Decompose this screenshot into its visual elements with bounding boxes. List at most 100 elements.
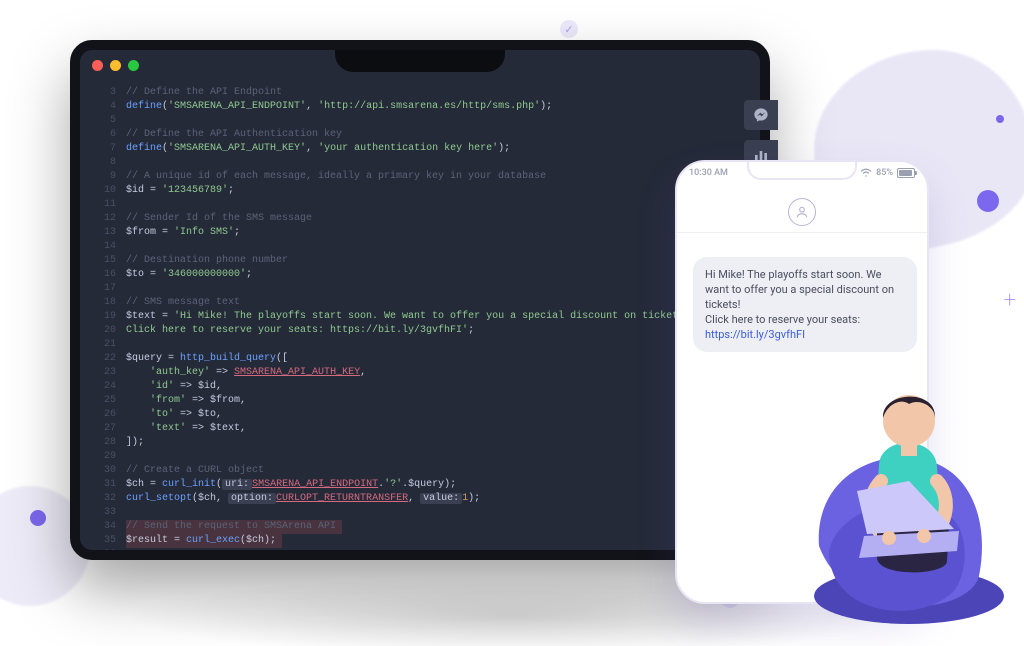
line-number: 25 <box>90 394 126 408</box>
code-line: 6// Define the API Authentication key <box>90 128 750 142</box>
code-line: 12// Sender Id of the SMS message <box>90 212 750 226</box>
code-content[interactable]: 'auth_key' => SMSARENA_API_AUTH_KEY, <box>126 366 366 380</box>
code-line: 25 'from' => $from, <box>90 394 750 408</box>
decor-dot-3 <box>30 510 46 526</box>
code-content[interactable]: curl_setopt($ch, option:CURLOPT_RETURNTR… <box>126 492 480 506</box>
line-number: 27 <box>90 422 126 436</box>
code-line: 17 <box>90 282 750 296</box>
code-line: 15// Destination phone number <box>90 254 750 268</box>
code-line: 10$id = '123456789'; <box>90 184 750 198</box>
messenger-icon[interactable] <box>744 100 778 130</box>
device-notch <box>335 44 505 72</box>
line-number: 3 <box>90 86 126 100</box>
code-content[interactable]: 'from' => $from, <box>126 394 246 408</box>
decor-dot-1 <box>977 190 999 212</box>
code-line: 32curl_setopt($ch, option:CURLOPT_RETURN… <box>90 492 750 506</box>
line-number: 8 <box>90 156 126 170</box>
code-line: 19$text = 'Hi Mike! The playoffs start s… <box>90 310 750 324</box>
code-line: 35$result = curl_exec($ch); <box>90 534 750 548</box>
code-content[interactable]: $result = curl_exec($ch); <box>126 534 282 548</box>
code-content[interactable]: ]); <box>126 436 144 450</box>
line-number: 18 <box>90 296 126 310</box>
code-content[interactable]: // Define the API Authentication key <box>126 128 342 142</box>
code-content[interactable]: // Create a CURL object <box>126 464 264 478</box>
code-content[interactable]: Click here to reserve your seats: https:… <box>126 324 474 338</box>
line-number: 33 <box>90 506 126 520</box>
line-number: 5 <box>90 114 126 128</box>
code-content[interactable]: 'to' => $to, <box>126 408 222 422</box>
code-content[interactable]: // Send the request to SMSArena API <box>126 520 342 534</box>
code-content[interactable]: $ch = curl_init(uri:SMSARENA_API_ENDPOIN… <box>126 478 456 492</box>
line-number: 14 <box>90 240 126 254</box>
person-illustration <box>759 326 1009 626</box>
line-number: 6 <box>90 128 126 142</box>
code-content[interactable]: // A unique id of each message, ideally … <box>126 170 546 184</box>
code-line: 7define('SMSARENA_API_AUTH_KEY', 'your a… <box>90 142 750 156</box>
code-content[interactable]: $to = '346000000000'; <box>126 268 252 282</box>
line-number: 21 <box>90 338 126 352</box>
code-content[interactable]: // SMS message text <box>126 296 240 310</box>
line-number: 28 <box>90 436 126 450</box>
line-number: 29 <box>90 450 126 464</box>
line-number: 15 <box>90 254 126 268</box>
code-content[interactable]: define('SMSARENA_API_AUTH_KEY', 'your au… <box>126 142 510 156</box>
line-number: 17 <box>90 282 126 296</box>
traffic-light-zoom[interactable] <box>128 60 139 71</box>
wifi-icon <box>860 168 872 178</box>
code-content[interactable]: $text = 'Hi Mike! The playoffs start soo… <box>126 310 690 324</box>
code-line: 8 <box>90 156 750 170</box>
code-line: 30// Create a CURL object <box>90 464 750 478</box>
line-number: 36 <box>90 548 126 550</box>
code-line: 21 <box>90 338 750 352</box>
code-line: 14 <box>90 240 750 254</box>
window-traffic-lights <box>92 60 139 71</box>
stage: + + ✓ ✓ 3// Define the API Endpoint4defi… <box>0 0 1024 646</box>
code-content[interactable]: // Define the API Endpoint <box>126 86 282 100</box>
decor-plus-2: + <box>1004 290 1016 312</box>
code-content[interactable]: $query = http_build_query([ <box>126 352 288 366</box>
traffic-light-close[interactable] <box>92 60 103 71</box>
code-line: 16$to = '346000000000'; <box>90 268 750 282</box>
code-content[interactable]: // Destination phone number <box>126 254 288 268</box>
traffic-light-minimize[interactable] <box>110 60 121 71</box>
code-line: 13$from = 'Info SMS'; <box>90 226 750 240</box>
code-line: 28]); <box>90 436 750 450</box>
code-line: 31$ch = curl_init(uri:SMSARENA_API_ENDPO… <box>90 478 750 492</box>
battery-percent: 85% <box>876 168 893 178</box>
line-number: 23 <box>90 366 126 380</box>
line-number: 32 <box>90 492 126 506</box>
line-number: 26 <box>90 408 126 422</box>
line-number: 13 <box>90 226 126 240</box>
phone-chat-header <box>677 192 927 233</box>
code-content[interactable]: define('SMSARENA_API_ENDPOINT', 'http://… <box>126 100 552 114</box>
line-number: 10 <box>90 184 126 198</box>
line-number: 16 <box>90 268 126 282</box>
code-line: 23 'auth_key' => SMSARENA_API_AUTH_KEY, <box>90 366 750 380</box>
line-number: 9 <box>90 170 126 184</box>
phone-notch <box>747 162 857 180</box>
code-line: 5 <box>90 114 750 128</box>
line-number: 20 <box>90 324 126 338</box>
line-number: 4 <box>90 100 126 114</box>
line-number: 31 <box>90 478 126 492</box>
line-number: 24 <box>90 380 126 394</box>
line-number: 35 <box>90 534 126 548</box>
line-number: 12 <box>90 212 126 226</box>
code-line: 4define('SMSARENA_API_ENDPOINT', 'http:/… <box>90 100 750 114</box>
code-content[interactable]: $from = 'Info SMS'; <box>126 226 240 240</box>
line-number: 7 <box>90 142 126 156</box>
code-line: 11 <box>90 198 750 212</box>
code-area[interactable]: 3// Define the API Endpoint4define('SMSA… <box>80 50 760 550</box>
code-content[interactable]: // Sender Id of the SMS message <box>126 212 312 226</box>
code-line: 3// Define the API Endpoint <box>90 86 750 100</box>
code-editor-window: 3// Define the API Endpoint4define('SMSA… <box>70 40 770 560</box>
code-content[interactable]: 'id' => $id, <box>126 380 222 394</box>
line-number: 34 <box>90 520 126 534</box>
code-line: 33 <box>90 506 750 520</box>
code-content[interactable]: 'text' => $text, <box>126 422 246 436</box>
line-number: 30 <box>90 464 126 478</box>
code-content[interactable]: $id = '123456789'; <box>126 184 234 198</box>
code-line: 22$query = http_build_query([ <box>90 352 750 366</box>
avatar[interactable] <box>788 198 816 226</box>
code-line: 18// SMS message text <box>90 296 750 310</box>
